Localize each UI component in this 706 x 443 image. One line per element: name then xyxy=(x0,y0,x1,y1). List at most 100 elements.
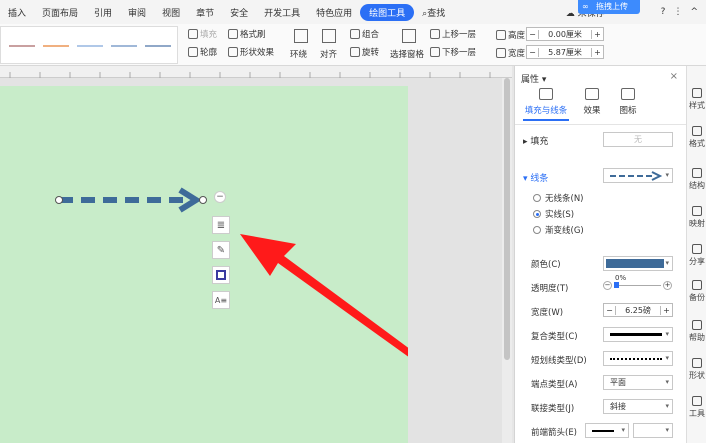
tab-fill-and-line[interactable]: 填充与线条 xyxy=(523,88,569,121)
radio-button[interactable] xyxy=(533,226,541,234)
shape-effect-button[interactable]: 形状效果 xyxy=(228,46,274,58)
horizontal-ruler[interactable] xyxy=(0,66,512,78)
decrement-button[interactable]: − xyxy=(527,29,539,39)
decrement-button[interactable]: − xyxy=(604,305,616,315)
menu-find[interactable]: ⌕查找 xyxy=(414,6,453,19)
radio-solid-line[interactable]: 实线(S) xyxy=(533,208,574,220)
style-swatch-2[interactable] xyxy=(43,45,69,47)
rotate-button[interactable]: 旋转 xyxy=(350,46,379,58)
format-painter-button[interactable]: 格式刷 xyxy=(228,28,266,40)
increment-button[interactable]: + xyxy=(591,29,603,39)
send-backward-button[interactable]: 下移一层 xyxy=(430,46,476,58)
menu-developer[interactable]: 开发工具 xyxy=(256,6,308,19)
shape-icon xyxy=(692,358,702,368)
increment-button[interactable]: + xyxy=(660,305,672,315)
scrollbar-thumb[interactable] xyxy=(504,78,510,360)
style-swatch-4[interactable] xyxy=(111,45,137,47)
begin-arrow-type-select[interactable]: ▾ xyxy=(585,423,629,438)
chevron-down-icon[interactable]: ▾ xyxy=(542,75,547,85)
group-icon xyxy=(350,29,360,39)
rail-map[interactable]: 映射 xyxy=(687,206,706,229)
line-section-header[interactable]: ▾ 线条 xyxy=(523,171,548,184)
join-type-select[interactable]: 斜接 ▾ xyxy=(603,399,673,414)
pen-icon: ✎ xyxy=(216,244,226,256)
menu-view[interactable]: 视图 xyxy=(154,6,188,19)
radio-no-line[interactable]: 无线条(N) xyxy=(533,192,584,204)
rail-help[interactable]: 帮助 xyxy=(687,320,706,343)
dotted-line-preview xyxy=(610,357,662,360)
cap-type-label: 端点类型(A) xyxy=(531,380,578,390)
begin-arrow-size-select[interactable]: ▾ xyxy=(633,423,673,438)
wrap-button[interactable]: 环绕 xyxy=(290,48,307,60)
fill-section-header[interactable]: ▸ 填充 xyxy=(523,134,548,147)
paint-bucket-icon xyxy=(539,88,553,100)
outline-button[interactable]: 轮廓 xyxy=(188,46,217,58)
align-button[interactable]: 对齐 xyxy=(320,48,337,60)
rail-tools[interactable]: 工具 xyxy=(687,396,706,419)
chevron-down-icon: ▾ xyxy=(665,259,669,267)
menu-insert[interactable]: 插入 xyxy=(0,6,34,19)
more-button[interactable]: ⋮ xyxy=(673,7,682,17)
tab-effects[interactable]: 效果 xyxy=(577,88,607,116)
rail-share[interactable]: 分享 xyxy=(687,244,706,267)
width-spinner[interactable]: − 6.25磅 + xyxy=(603,303,673,317)
vertical-scrollbar[interactable] xyxy=(502,78,512,443)
rail-format[interactable]: 格式 xyxy=(687,126,706,149)
radio-button[interactable] xyxy=(533,210,541,218)
upload-badge[interactable]: ∞ 拖拽上传 xyxy=(578,0,640,14)
selection-pane-button[interactable]: 选择窗格 xyxy=(390,48,424,60)
selection-handle-start[interactable] xyxy=(55,196,63,204)
style-swatch-3[interactable] xyxy=(77,45,103,47)
document-page[interactable]: − ≣ ✎ A≡ xyxy=(0,86,408,443)
tab-icons[interactable]: 图标 xyxy=(613,88,643,116)
panel-title: 属性 ▾ xyxy=(521,75,547,85)
group-button[interactable]: 组合 xyxy=(350,28,379,40)
dash-type-select[interactable]: ▾ xyxy=(603,351,673,366)
layout-options-button[interactable]: ≣ xyxy=(212,216,230,234)
help-button[interactable]: ? xyxy=(661,7,666,17)
slider-track xyxy=(615,285,661,286)
decrement-button[interactable]: − xyxy=(527,47,539,57)
decrement-button[interactable]: − xyxy=(603,281,612,290)
style-swatch-1[interactable] xyxy=(9,45,35,47)
menu-drawing-tools[interactable]: 绘图工具 xyxy=(360,3,415,21)
compound-type-label: 复合类型(C) xyxy=(531,332,578,342)
line-style-select[interactable]: ▾ xyxy=(603,168,673,183)
rail-shape[interactable]: 形状 xyxy=(687,358,706,381)
rail-structure[interactable]: 结构 xyxy=(687,168,706,191)
transparency-slider[interactable]: − 0% + xyxy=(603,274,673,294)
menu-references[interactable]: 引用 xyxy=(86,6,120,19)
fill-select[interactable]: 无 xyxy=(603,132,673,147)
menu-page-layout[interactable]: 页面布局 xyxy=(34,6,86,19)
fill-button[interactable]: 填充 xyxy=(188,28,217,40)
increment-button[interactable]: + xyxy=(663,281,672,290)
style-swatch-5[interactable] xyxy=(145,45,171,47)
menu-features[interactable]: 特色应用 xyxy=(308,6,360,19)
ribbon-toolbar: 填充 轮廓 格式刷 形状效果 环绕 对齐 组合 旋转 选择窗格 上移一层 下移一… xyxy=(0,24,706,66)
slider-thumb[interactable] xyxy=(614,282,619,288)
increment-button[interactable]: + xyxy=(591,47,603,57)
line-color-button[interactable]: ✎ xyxy=(212,241,230,259)
radio-gradient-line[interactable]: 渐变线(G) xyxy=(533,224,584,236)
menu-review[interactable]: 审阅 xyxy=(120,6,154,19)
close-icon[interactable]: × xyxy=(670,71,678,82)
height-spinner[interactable]: − 0.00厘米 + xyxy=(526,27,604,41)
radio-button[interactable] xyxy=(533,194,541,202)
help-icon xyxy=(692,320,702,330)
shape-style-gallery[interactable] xyxy=(0,26,178,64)
rail-backup[interactable]: 备份 xyxy=(687,280,706,303)
cap-type-select[interactable]: 平面 ▾ xyxy=(603,375,673,390)
compound-type-select[interactable]: ▾ xyxy=(603,327,673,342)
line-color-select[interactable]: ▾ xyxy=(603,256,673,271)
selection-handle-end[interactable] xyxy=(199,196,207,204)
shape-outline-button[interactable] xyxy=(212,266,230,284)
dashed-arrow-preview xyxy=(610,170,663,181)
text-box-button[interactable]: A≡ xyxy=(212,291,230,309)
collapse-tools-button[interactable]: − xyxy=(214,191,226,203)
menu-chapter[interactable]: 章节 xyxy=(188,6,222,19)
menu-security[interactable]: 安全 xyxy=(222,6,256,19)
collapse-ribbon-button[interactable]: ^ xyxy=(690,7,698,17)
bring-forward-button[interactable]: 上移一层 xyxy=(430,28,476,40)
rail-style[interactable]: 样式 xyxy=(687,88,706,111)
width-spinner[interactable]: − 5.87厘米 + xyxy=(526,45,604,59)
